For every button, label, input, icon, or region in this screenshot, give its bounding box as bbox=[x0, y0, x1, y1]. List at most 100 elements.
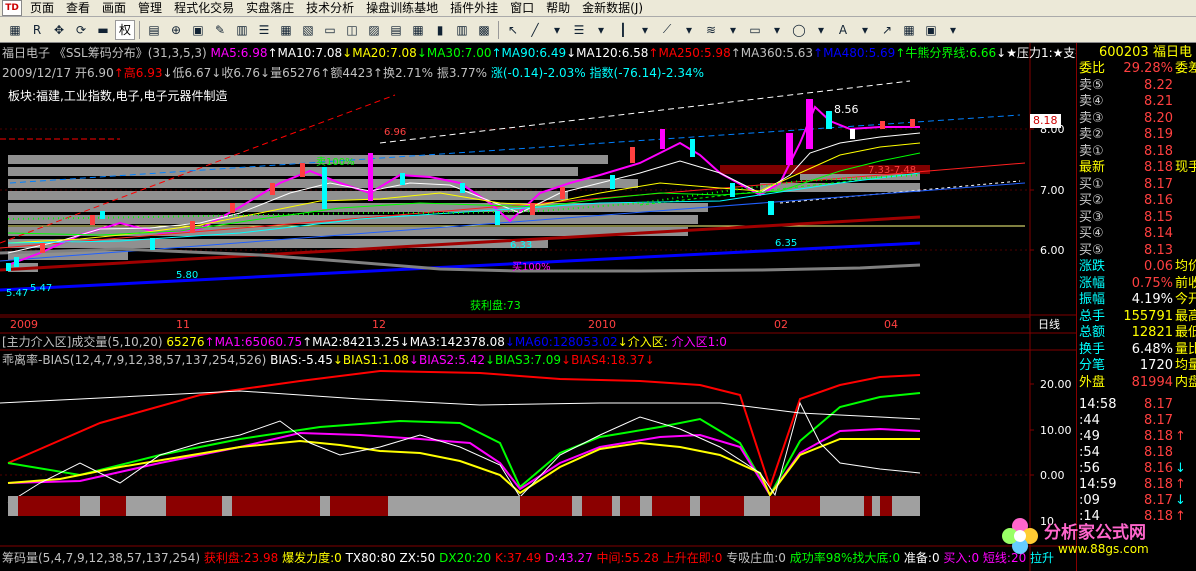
arrow-tool-icon[interactable]: ↗ bbox=[877, 20, 897, 40]
dropdown5-icon[interactable]: ▾ bbox=[723, 20, 743, 40]
grid-icon[interactable]: ▦ bbox=[5, 20, 25, 40]
menu-item-6[interactable]: 技术分析 bbox=[300, 0, 360, 17]
dropdown8-icon[interactable]: ▾ bbox=[855, 20, 875, 40]
menu-item-0[interactable]: 页面 bbox=[24, 0, 60, 17]
bid-row-value: 8.15 bbox=[1144, 209, 1173, 225]
zoom-in-icon[interactable]: ⊕ bbox=[166, 20, 186, 40]
ellipse-tool-icon[interactable]: ◯ bbox=[789, 20, 809, 40]
annotation-profit: 获利盘:73 bbox=[470, 298, 521, 312]
bid-row-key: 买② bbox=[1079, 193, 1104, 208]
menu-item-8[interactable]: 插件外挂 bbox=[444, 0, 504, 17]
ask-row: 卖④ 8.21 bbox=[1077, 94, 1196, 110]
header-line2-part-4: ↓量65276 bbox=[260, 66, 321, 80]
header-line1-part-4: ↓MA30:7.00 bbox=[416, 46, 492, 60]
color-icon[interactable]: ▦ bbox=[899, 20, 919, 40]
rsi-icon[interactable]: R bbox=[27, 20, 47, 40]
annotation-low2: 5.80 bbox=[176, 270, 198, 281]
fan-tool-icon[interactable]: ⟋ bbox=[657, 20, 677, 40]
menu-item-10[interactable]: 帮助 bbox=[540, 0, 576, 17]
dropdown-icon[interactable]: ▾ bbox=[547, 20, 567, 40]
cursor-icon[interactable]: ↖ bbox=[503, 20, 523, 40]
equal-line-icon[interactable]: ☰ bbox=[569, 20, 589, 40]
period-label[interactable]: 日线 bbox=[1038, 317, 1060, 331]
calc-icon[interactable]: ▧ bbox=[298, 20, 318, 40]
dropdown3-icon[interactable]: ▾ bbox=[635, 20, 655, 40]
chart-bars-icon[interactable]: ▮ bbox=[430, 20, 450, 40]
stat-row: 总额 12821 最低 bbox=[1077, 325, 1196, 341]
stat-row-value: 12821 bbox=[1131, 325, 1173, 340]
report-icon[interactable]: ▤ bbox=[386, 20, 406, 40]
x-tick-02: 02 bbox=[774, 318, 788, 331]
footer-part-11: 成功率98%找大底:0 bbox=[785, 551, 901, 565]
grid2-icon[interactable]: ▩ bbox=[474, 20, 494, 40]
pen-icon[interactable]: ✎ bbox=[210, 20, 230, 40]
bid-row-value: 8.14 bbox=[1144, 226, 1173, 241]
stat-row-extra: 均量 bbox=[1175, 358, 1196, 373]
footer-part-13: 买入:0 bbox=[939, 551, 980, 565]
x-tick-04: 04 bbox=[884, 318, 898, 331]
stat-row-key: 总手 bbox=[1079, 308, 1106, 324]
current-price-label: 8.18 bbox=[1030, 114, 1061, 128]
weibi-row-key: 委比 bbox=[1079, 61, 1106, 76]
stat-row-value: 0.75% bbox=[1131, 275, 1173, 291]
menu-item-5[interactable]: 实盘落庄 bbox=[240, 0, 300, 17]
rectangle-tool-icon[interactable]: ▭ bbox=[745, 20, 765, 40]
vline-tool-icon[interactable]: ┃ bbox=[613, 20, 633, 40]
dropdown4-icon[interactable]: ▾ bbox=[679, 20, 699, 40]
dropdown6-icon[interactable]: ▾ bbox=[767, 20, 787, 40]
tick-time: 14:58 bbox=[1079, 397, 1117, 412]
channel-tool-icon[interactable]: ≋ bbox=[701, 20, 721, 40]
bid-row: 买② 8.16 bbox=[1077, 193, 1196, 209]
latest-row: 最新 8.18 现手 bbox=[1077, 160, 1196, 176]
menu-item-4[interactable]: 程式化交易 bbox=[168, 0, 240, 17]
window-icon[interactable]: ◫ bbox=[342, 20, 362, 40]
stat-row-extra: 量比 bbox=[1175, 341, 1196, 357]
menu-item-1[interactable]: 查看 bbox=[60, 0, 96, 17]
ask-row: 卖③ 8.20 bbox=[1077, 111, 1196, 127]
tile-icon[interactable]: ▦ bbox=[408, 20, 428, 40]
stat-row: 涨跌 0.06 均价 bbox=[1077, 259, 1196, 275]
menu-item-2[interactable]: 画面 bbox=[96, 0, 132, 17]
stat-row-key: 涨跌 bbox=[1079, 259, 1106, 274]
book-icon[interactable]: ▥ bbox=[232, 20, 252, 40]
chart-area[interactable]: 8.00 7.00 6.00 8.56 6.96 6.33 5.80 5.47 … bbox=[0, 43, 1076, 571]
menu-item-11[interactable]: 金新数据(J) bbox=[576, 0, 649, 17]
refresh-icon[interactable]: ⟳ bbox=[71, 20, 91, 40]
dropdown2-icon[interactable]: ▾ bbox=[591, 20, 611, 40]
list-icon[interactable]: ☰ bbox=[254, 20, 274, 40]
line-tool-icon[interactable]: ╱ bbox=[525, 20, 545, 40]
menu-item-7[interactable]: 操盘训练基地 bbox=[360, 0, 444, 17]
stat-row-extra: 均价 bbox=[1175, 259, 1196, 274]
footer-part-4: ZX:50 bbox=[395, 551, 436, 565]
header-line2-part-5: ↑额4423 bbox=[320, 66, 373, 80]
outer-row-value: 81994 bbox=[1131, 374, 1173, 390]
document-icon[interactable]: ▭ bbox=[320, 20, 340, 40]
stat-row-extra: 最高 bbox=[1175, 308, 1196, 324]
dropdown9-icon[interactable]: ▾ bbox=[943, 20, 963, 40]
bar-icon[interactable]: ▬ bbox=[93, 20, 113, 40]
tick-row: 14:58 8.17 bbox=[1077, 397, 1196, 413]
bias-tick-0: 0.00 bbox=[1040, 469, 1065, 482]
ask-row-key: 卖② bbox=[1079, 127, 1104, 142]
text-tool-icon[interactable]: A bbox=[833, 20, 853, 40]
chart-icon[interactable]: ▤ bbox=[144, 20, 164, 40]
columns-icon[interactable]: ▥ bbox=[452, 20, 472, 40]
indicator-icon[interactable]: ▣ bbox=[188, 20, 208, 40]
layout-icon[interactable]: ▨ bbox=[364, 20, 384, 40]
adjust-right-dropdown[interactable]: 权 bbox=[115, 19, 136, 40]
tick-row: 14:59 8.18 ↑ bbox=[1077, 477, 1196, 493]
move-icon[interactable]: ✥ bbox=[49, 20, 69, 40]
stock-code: 600203 bbox=[1099, 45, 1149, 60]
stat-row-value: 6.48% bbox=[1131, 341, 1173, 357]
stat-row: 涨幅 0.75% 前收 bbox=[1077, 276, 1196, 292]
ask-row-key: 卖① bbox=[1079, 143, 1104, 159]
menu-item-3[interactable]: 管理 bbox=[132, 0, 168, 17]
table-icon[interactable]: ▦ bbox=[276, 20, 296, 40]
tick-row: :49 8.18 ↑ bbox=[1077, 429, 1196, 445]
tick-time: :49 bbox=[1079, 429, 1100, 444]
dropdown7-icon[interactable]: ▾ bbox=[811, 20, 831, 40]
toolbar: ▦ R ✥ ⟳ ▬ 权 ▤ ⊕ ▣ ✎ ▥ ☰ ▦ ▧ ▭ ◫ ▨ ▤ ▦ ▮ … bbox=[0, 17, 1196, 43]
menu-item-9[interactable]: 窗口 bbox=[504, 0, 540, 17]
save-icon[interactable]: ▣ bbox=[921, 20, 941, 40]
ask-row-value: 8.19 bbox=[1144, 127, 1173, 142]
